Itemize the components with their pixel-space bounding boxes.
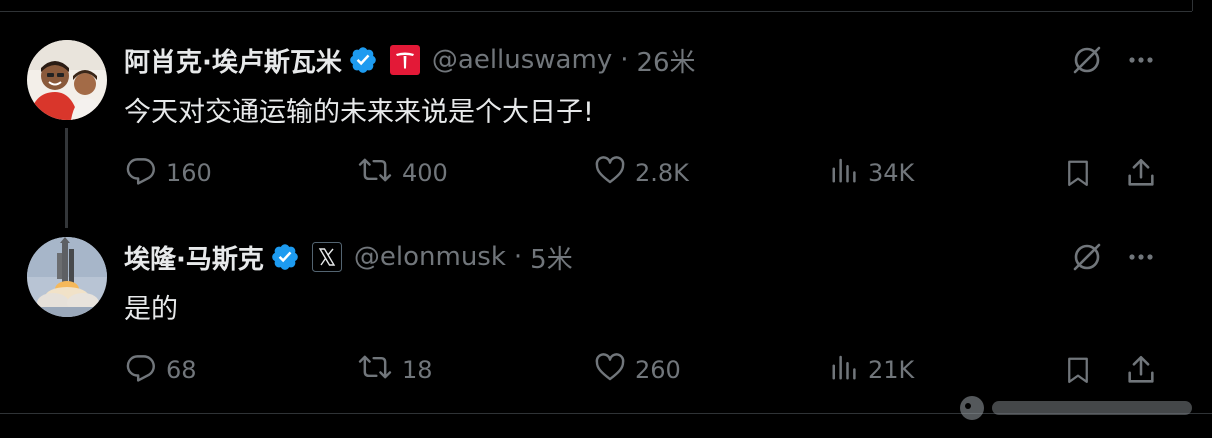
repost-count: 400 [402,159,448,187]
divider [1192,0,1193,11]
views-icon [830,153,860,193]
author-handle[interactable]: @aelluswamy [432,45,612,75]
more-icon[interactable] [1121,237,1161,277]
views-button[interactable]: 34K [830,153,914,193]
tweet-header: 埃隆·马斯克 @elonmusk · 5米 [124,237,573,277]
author-name[interactable]: 埃隆·马斯克 [124,239,264,276]
like-icon [593,350,627,390]
timestamp[interactable]: 26米 [636,42,695,79]
grok-icon[interactable] [1067,237,1107,277]
reply-button[interactable]: 160 [124,153,212,193]
tweet-text: 是的 [124,294,178,325]
reply-button[interactable]: 68 [124,350,197,390]
repost-button[interactable]: 18 [356,350,433,390]
view-count: 21K [868,356,915,384]
thread-connector-line [65,128,68,228]
more-icon[interactable] [1121,40,1161,80]
tweet-header: 阿肖克·埃卢斯瓦米 @aelluswamy · 26米 [124,40,696,80]
repost-icon [356,350,394,390]
divider [0,11,1192,12]
views-button[interactable]: 21K [830,350,914,390]
verified-badge-icon[interactable] [348,45,378,75]
like-button[interactable]: 2.8K [593,153,689,193]
reply-count: 160 [166,159,212,187]
separator-dot: · [620,45,629,75]
repost-button[interactable]: 400 [356,153,448,193]
bookmark-icon[interactable] [1058,153,1098,193]
like-count: 260 [635,356,681,384]
like-count: 2.8K [635,159,689,187]
grok-icon[interactable] [1067,40,1107,80]
reply-icon [124,350,158,390]
author-name[interactable]: 阿肖克·埃卢斯瓦米 [124,42,342,79]
x-logo-icon[interactable] [311,242,342,272]
reply-icon [124,153,158,193]
repost-count: 18 [402,356,433,384]
tweet-thread: 阿肖克·埃卢斯瓦米 @aelluswamy · 26米 今天对交通运输的未来来说… [0,0,1212,438]
tesla-logo-icon[interactable] [389,45,420,75]
author-handle[interactable]: @elonmusk [354,242,506,272]
tweet-text: 今天对交通运输的未来来说是个大日子! [124,97,594,128]
view-count: 34K [868,159,915,187]
verified-badge-icon[interactable] [270,242,300,272]
bookmark-icon[interactable] [1058,350,1098,390]
share-icon[interactable] [1121,350,1161,390]
views-icon [830,350,860,390]
watermark [956,388,1206,428]
share-icon[interactable] [1121,153,1161,193]
avatar[interactable] [27,237,107,317]
like-icon [593,153,627,193]
repost-icon [356,153,394,193]
separator-dot: · [513,242,523,272]
like-button[interactable]: 260 [593,350,681,390]
avatar[interactable] [27,40,107,120]
reply-count: 68 [166,356,197,384]
timestamp[interactable]: 5米 [530,239,573,276]
